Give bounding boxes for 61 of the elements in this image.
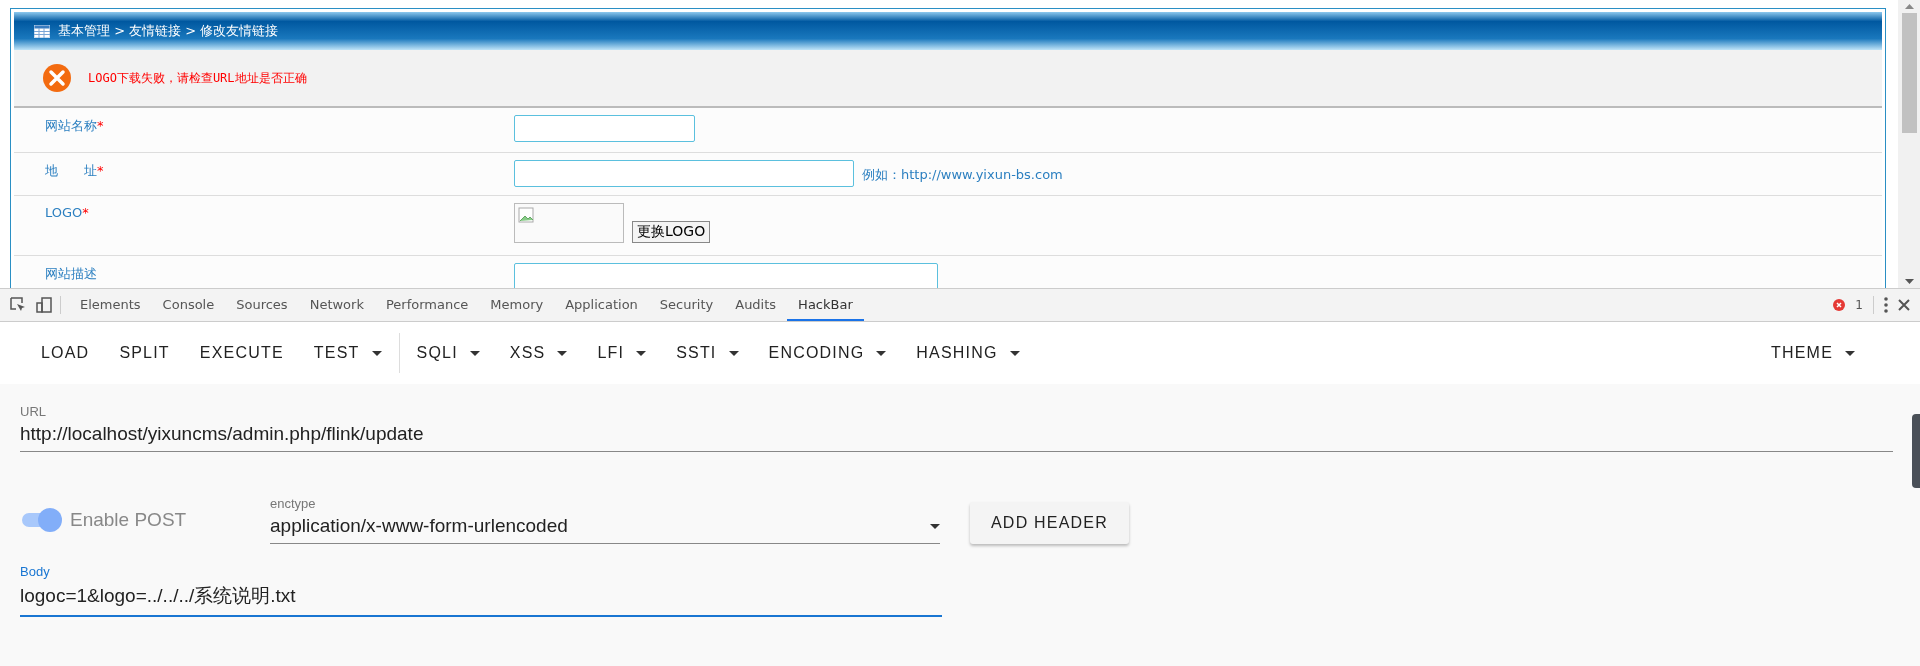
error-message: LOGO下载失败，请检查URL地址是否正确 bbox=[88, 69, 307, 87]
input-field[interactable] bbox=[514, 115, 695, 142]
toolbar-button[interactable]: SQLI bbox=[401, 333, 495, 373]
error-count[interactable]: 1 bbox=[1855, 298, 1863, 312]
field-label: URL bbox=[20, 404, 46, 419]
close-icon[interactable] bbox=[1898, 299, 1910, 311]
table-icon bbox=[34, 24, 50, 38]
add-header-button[interactable]: ADD HEADER bbox=[970, 502, 1129, 544]
caret-icon bbox=[1845, 350, 1855, 356]
scrollbar[interactable] bbox=[1898, 0, 1920, 288]
devtools-tab[interactable]: Audits bbox=[724, 289, 788, 321]
breadcrumb: 基本管理 > 友情链接 > 修改友情链接 bbox=[58, 22, 279, 40]
url-field[interactable]: http://localhost/yixuncms/admin.php/flink/update bbox=[20, 419, 1893, 452]
hint-text: 例如：http://www.yixun-bs.com bbox=[862, 166, 1063, 184]
devtools-tab[interactable]: Performance bbox=[374, 289, 480, 321]
body-field[interactable]: logoc=1&logo=../../../系统说明.txt bbox=[20, 579, 942, 617]
field-label: 网站名称* bbox=[44, 117, 105, 135]
toolbar-button[interactable]: EXECUTE bbox=[184, 333, 299, 373]
devtools-tab[interactable]: Console bbox=[151, 289, 226, 321]
field-label: 网站描述 bbox=[44, 265, 98, 283]
field-label: LOGO* bbox=[44, 204, 90, 222]
devtools-tab[interactable]: Sources bbox=[225, 289, 299, 321]
post-toggle[interactable] bbox=[20, 508, 62, 532]
devtools-tab[interactable]: Security bbox=[648, 289, 725, 321]
change-logo-button[interactable]: 更换LOGO bbox=[632, 221, 711, 243]
caret-icon bbox=[876, 350, 887, 356]
field-label: Body bbox=[20, 564, 50, 579]
caret-icon bbox=[371, 350, 382, 356]
devtools-tab[interactable]: Network bbox=[298, 289, 375, 321]
error-icon bbox=[1833, 299, 1846, 311]
caret-icon bbox=[636, 350, 647, 356]
scroll-up-icon[interactable] bbox=[1904, 4, 1914, 9]
enctype-select[interactable]: application/x-www-form-urlencoded bbox=[270, 511, 940, 544]
error-icon bbox=[42, 63, 72, 93]
toolbar-button[interactable]: SSTI bbox=[661, 333, 754, 373]
level-meter-icon bbox=[1912, 414, 1920, 488]
caret-icon bbox=[930, 523, 940, 529]
toolbar-button[interactable]: XSS bbox=[494, 333, 583, 373]
inspect-icon[interactable] bbox=[10, 297, 26, 313]
devtools-tab[interactable]: Application bbox=[554, 289, 649, 321]
more-icon[interactable] bbox=[1884, 297, 1888, 313]
toolbar-button[interactable]: TEST bbox=[298, 333, 397, 373]
input-field[interactable] bbox=[514, 160, 854, 187]
device-icon[interactable] bbox=[36, 297, 52, 313]
caret-icon bbox=[469, 350, 480, 356]
toolbar-button[interactable]: ENCODING bbox=[753, 333, 902, 373]
devtools-tab[interactable]: Memory bbox=[479, 289, 555, 321]
caret-icon bbox=[557, 350, 568, 356]
input-field[interactable] bbox=[514, 263, 938, 288]
caret-icon bbox=[1009, 350, 1020, 356]
field-label: enctype bbox=[270, 496, 316, 511]
devtools-tab[interactable]: Elements bbox=[69, 289, 152, 321]
theme-button[interactable]: THEME bbox=[1756, 333, 1870, 373]
caret-icon bbox=[728, 350, 739, 356]
scroll-down-icon[interactable] bbox=[1904, 279, 1914, 284]
toolbar-button[interactable]: LOAD bbox=[26, 333, 105, 373]
toggle-label: Enable POST bbox=[70, 509, 187, 531]
toolbar-button[interactable]: HASHING bbox=[901, 333, 1035, 373]
field-label: 地 址* bbox=[44, 162, 105, 180]
toolbar-button[interactable]: SPLIT bbox=[104, 333, 185, 373]
toolbar-button[interactable]: LFI bbox=[582, 333, 662, 373]
